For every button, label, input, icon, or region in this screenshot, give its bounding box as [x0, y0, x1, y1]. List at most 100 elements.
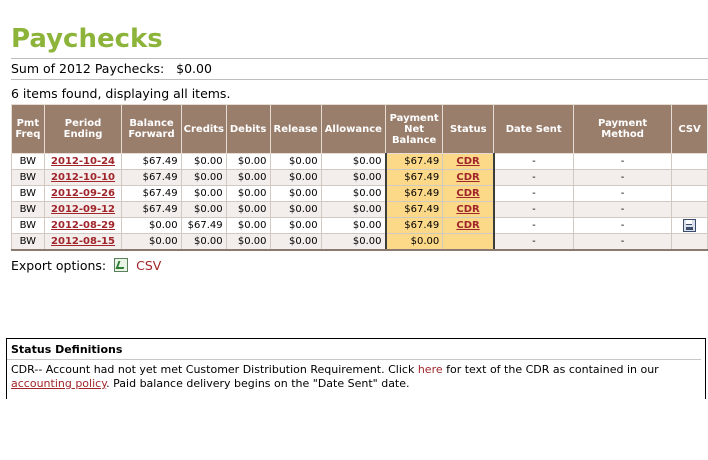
cell-debits: $0.00	[225, 169, 271, 186]
status-definitions-panel: Status Definitions CDR-- Account had not…	[6, 338, 706, 399]
col-header-balance-forward[interactable]: Balance Forward	[121, 104, 182, 154]
cdr-text-3: . Paid balance delivery begins on the "D…	[106, 377, 410, 390]
cell-csv	[671, 201, 708, 218]
cell-release: $0.00	[269, 233, 322, 251]
paychecks-table: Pmt Freq Period Ending Balance Forward C…	[11, 104, 708, 251]
period-ending-link[interactable]: 2012-09-26	[51, 188, 115, 199]
col-header-date-sent[interactable]: Date Sent	[493, 104, 575, 154]
table-header-row: Pmt Freq Period Ending Balance Forward C…	[11, 104, 708, 154]
cell-pmt-freq: BW	[11, 169, 45, 186]
table-row: BW 2012-09-26 $67.49 $0.00 $0.00 $0.00 $…	[11, 185, 708, 202]
cell-date-sent: -	[493, 233, 575, 251]
cell-credits: $67.49	[180, 217, 227, 234]
cell-payment-net-balance: $67.49	[384, 185, 444, 202]
cell-payment-method: -	[573, 233, 673, 251]
cell-csv	[671, 153, 708, 170]
status-definitions-heading: Status Definitions	[7, 339, 701, 360]
cell-payment-net-balance: $67.49	[384, 201, 444, 218]
cell-payment-method: -	[573, 153, 673, 170]
col-header-credits[interactable]: Credits	[180, 104, 227, 154]
table-row: BW 2012-08-15 $0.00 $0.00 $0.00 $0.00 $0…	[11, 233, 708, 251]
period-ending-link[interactable]: 2012-09-12	[51, 204, 115, 215]
cell-debits: $0.00	[225, 233, 271, 251]
cell-payment-method: -	[573, 217, 673, 234]
status-link[interactable]: CDR	[456, 172, 479, 183]
accounting-policy-link[interactable]: accounting policy	[11, 377, 106, 390]
cell-allowance: $0.00	[320, 185, 387, 202]
cell-status	[442, 233, 495, 251]
cdr-here-link[interactable]: here	[418, 363, 443, 376]
cell-balance-forward: $67.49	[121, 153, 182, 170]
table-row: BW 2012-10-10 $67.49 $0.00 $0.00 $0.00 $…	[11, 169, 708, 186]
cell-credits: $0.00	[180, 185, 227, 202]
cell-balance-forward: $0.00	[121, 233, 182, 251]
items-found-text: 6 items found, displaying all items.	[11, 86, 231, 101]
cell-period-ending: 2012-08-29	[43, 217, 123, 234]
status-link[interactable]: CDR	[456, 188, 479, 199]
cell-release: $0.00	[269, 201, 322, 218]
cell-release: $0.00	[269, 169, 322, 186]
status-link[interactable]: CDR	[456, 204, 479, 215]
col-header-payment-method[interactable]: Payment Method	[573, 104, 673, 154]
cell-pmt-freq: BW	[11, 153, 45, 170]
cell-release: $0.00	[269, 153, 322, 170]
cell-allowance: $0.00	[320, 201, 387, 218]
cell-date-sent: -	[493, 201, 575, 218]
cell-period-ending: 2012-08-15	[43, 233, 123, 251]
cell-csv	[671, 185, 708, 202]
paycheck-sum-line: Sum of 2012 Paychecks: $0.00	[11, 58, 708, 80]
cell-payment-net-balance: $67.49	[384, 153, 444, 170]
cell-balance-forward: $0.00	[121, 217, 182, 234]
cell-period-ending: 2012-09-26	[43, 185, 123, 202]
cell-credits: $0.00	[180, 153, 227, 170]
cell-period-ending: 2012-10-24	[43, 153, 123, 170]
cell-status: CDR	[442, 169, 495, 186]
cell-balance-forward: $67.49	[121, 185, 182, 202]
col-header-release[interactable]: Release	[269, 104, 322, 154]
cell-allowance: $0.00	[320, 217, 387, 234]
cell-credits: $0.00	[180, 201, 227, 218]
cell-balance-forward: $67.49	[121, 169, 182, 186]
col-header-payment-net-balance[interactable]: Payment Net Balance	[385, 104, 444, 154]
cell-status: CDR	[442, 153, 495, 170]
cell-payment-net-balance: $67.49	[384, 217, 444, 234]
excel-icon[interactable]	[114, 258, 129, 272]
cell-csv	[671, 169, 708, 186]
export-label: Export options:	[11, 258, 107, 273]
status-link[interactable]: CDR	[456, 220, 479, 231]
sum-label: Sum of 2012 Paychecks:	[11, 61, 165, 76]
cell-csv	[671, 217, 708, 234]
col-header-status[interactable]: Status	[442, 104, 495, 154]
period-ending-link[interactable]: 2012-10-10	[51, 172, 115, 183]
page-title: Paychecks	[11, 24, 163, 54]
cell-payment-method: -	[573, 169, 673, 186]
status-link[interactable]: CDR	[456, 156, 479, 167]
cell-payment-net-balance: $67.49	[384, 169, 444, 186]
period-ending-link[interactable]: 2012-08-15	[51, 236, 115, 247]
col-header-debits[interactable]: Debits	[225, 104, 271, 154]
save-icon[interactable]	[683, 218, 697, 232]
cell-balance-forward: $67.49	[121, 201, 182, 218]
cell-period-ending: 2012-09-12	[43, 201, 123, 218]
export-csv-link[interactable]: CSV	[136, 258, 161, 273]
cell-payment-method: -	[573, 185, 673, 202]
cell-debits: $0.00	[225, 185, 271, 202]
table-row: BW 2012-08-29 $0.00 $67.49 $0.00 $0.00 $…	[11, 217, 708, 234]
cell-pmt-freq: BW	[11, 233, 45, 251]
col-header-pmt-freq[interactable]: Pmt Freq	[11, 104, 45, 154]
export-options: Export options: CSV	[11, 258, 161, 274]
period-ending-link[interactable]: 2012-10-24	[51, 156, 115, 167]
cell-date-sent: -	[493, 169, 575, 186]
cell-payment-method: -	[573, 201, 673, 218]
cell-payment-net-balance: $0.00	[384, 233, 444, 251]
table-row: BW 2012-09-12 $67.49 $0.00 $0.00 $0.00 $…	[11, 201, 708, 218]
cell-date-sent: -	[493, 153, 575, 170]
cell-release: $0.00	[269, 217, 322, 234]
col-header-period-ending[interactable]: Period Ending	[43, 104, 123, 154]
period-ending-link[interactable]: 2012-08-29	[51, 220, 115, 231]
cdr-definition: CDR-- Account had not yet met Customer D…	[7, 360, 705, 394]
col-header-allowance[interactable]: Allowance	[320, 104, 387, 154]
cell-credits: $0.00	[180, 169, 227, 186]
cell-date-sent: -	[493, 217, 575, 234]
cell-status: CDR	[442, 185, 495, 202]
